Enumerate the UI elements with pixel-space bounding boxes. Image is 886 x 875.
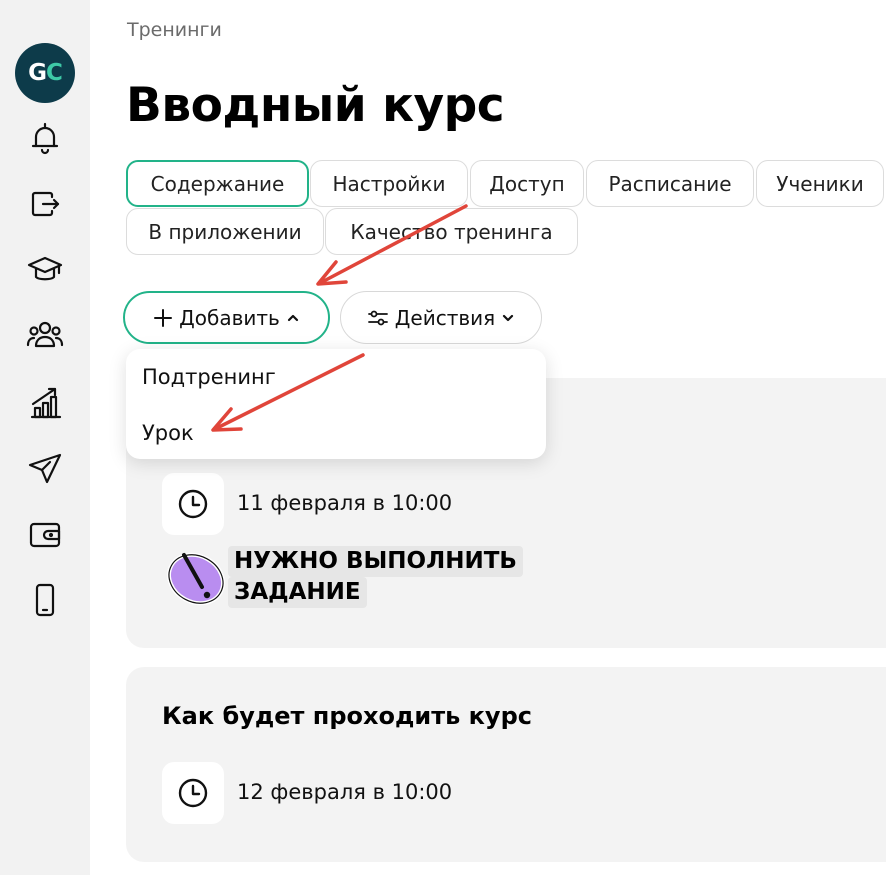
task-status-label: НУЖНО ВЫПОЛНИТЬ ЗАДАНИЕ	[228, 546, 523, 608]
lesson-card[interactable]	[126, 667, 886, 862]
page-title: Вводный курс	[126, 78, 505, 133]
tab-settings[interactable]: Настройки	[310, 160, 468, 207]
add-button[interactable]: Добавить	[123, 291, 330, 344]
users-icon[interactable]	[21, 314, 69, 354]
tab-in-app[interactable]: В приложении	[126, 208, 324, 255]
mobile-phone-icon[interactable]	[21, 580, 69, 620]
sliders-icon	[367, 310, 388, 325]
chevron-down-icon	[503, 314, 514, 321]
actions-button[interactable]: Действия	[340, 291, 542, 344]
bell-icon[interactable]	[21, 118, 69, 158]
exclamation-task-icon	[167, 552, 225, 606]
sidebar: GC	[0, 0, 90, 875]
tab-training-quality[interactable]: Качество тренинга	[325, 208, 578, 255]
tab-students[interactable]: Ученики	[756, 160, 884, 207]
task-status-line1: НУЖНО ВЫПОЛНИТЬ	[228, 546, 523, 577]
actions-button-label: Действия	[394, 305, 496, 330]
logo-letter-g: G	[28, 60, 47, 86]
plus-icon	[154, 308, 173, 327]
paper-plane-icon[interactable]	[21, 449, 69, 489]
chevron-up-icon	[287, 314, 298, 321]
tab-schedule[interactable]: Расписание	[586, 160, 754, 207]
tab-access[interactable]: Доступ	[470, 160, 584, 207]
clock-icon	[162, 473, 224, 535]
lesson-date: 11 февраля в 10:00	[237, 491, 453, 515]
menu-item-subtraining[interactable]: Подтренинг	[142, 365, 276, 389]
tab-content[interactable]: Содержание	[126, 160, 309, 207]
task-status-line2: ЗАДАНИЕ	[228, 577, 367, 608]
logo-letter-c: C	[46, 60, 63, 86]
lesson-date: 12 февраля в 10:00	[237, 780, 453, 804]
menu-item-lesson[interactable]: Урок	[142, 421, 194, 445]
breadcrumb[interactable]: Тренинги	[127, 19, 222, 41]
wallet-icon[interactable]	[21, 514, 69, 554]
sign-out-icon[interactable]	[21, 184, 69, 224]
app-logo[interactable]: GC	[15, 43, 75, 103]
graduation-cap-icon[interactable]	[21, 249, 69, 289]
add-button-label: Добавить	[179, 305, 280, 330]
add-dropdown-menu: Подтренинг Урок	[126, 349, 546, 459]
chart-growth-icon[interactable]	[21, 382, 69, 422]
lesson-title[interactable]: Как будет проходить курс	[162, 702, 532, 730]
clock-icon	[162, 762, 224, 824]
